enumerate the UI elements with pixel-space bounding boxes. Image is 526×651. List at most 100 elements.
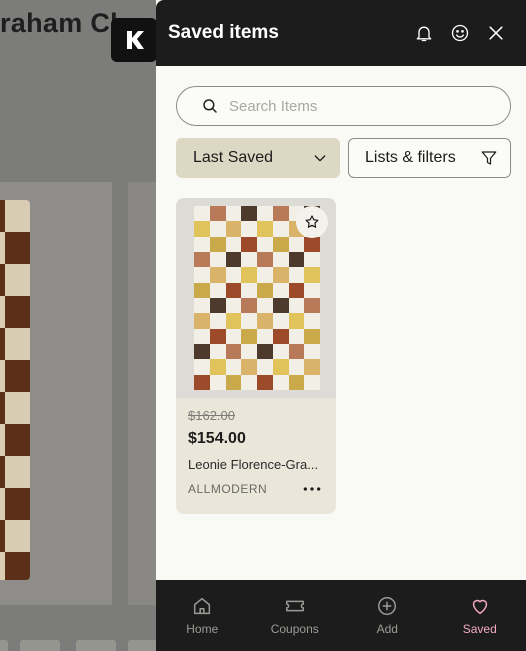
rug-square <box>225 343 242 360</box>
favorite-button[interactable] <box>296 206 328 238</box>
close-button[interactable] <box>478 15 514 51</box>
sort-dropdown[interactable]: Last Saved <box>176 138 340 178</box>
rug-square <box>209 206 226 222</box>
rug-square <box>304 343 320 360</box>
rug-square <box>194 359 210 375</box>
product-info: $162.00 $154.00 Leonie Florence-Gra... A… <box>176 398 336 507</box>
rug-square <box>257 359 273 375</box>
nav-saved[interactable]: Saved <box>434 580 526 651</box>
rug-square <box>304 297 320 314</box>
background-rug-square <box>5 520 30 552</box>
rug-square <box>194 343 210 360</box>
extension-logo[interactable] <box>111 18 157 62</box>
rug-square <box>257 328 273 344</box>
rug-square <box>304 328 320 344</box>
rug-square <box>257 313 273 329</box>
rug-square <box>241 343 257 360</box>
background-rug-square <box>5 296 30 328</box>
rug-square <box>257 267 273 283</box>
close-icon <box>489 26 503 40</box>
rug-square <box>304 359 320 375</box>
rug-square <box>272 236 289 252</box>
rug-square <box>304 374 320 390</box>
nav-coupons-label: Coupons <box>270 622 319 636</box>
background-rug-square <box>5 232 30 264</box>
star-icon <box>305 215 319 228</box>
rug-square <box>209 236 226 252</box>
rug-square <box>272 374 289 390</box>
rug-square <box>209 297 226 314</box>
rug-square <box>194 282 210 298</box>
chevron-down-icon <box>314 155 326 162</box>
sort-label: Last Saved <box>193 149 274 166</box>
rug-square <box>194 313 210 329</box>
panel-title: Saved items <box>168 22 279 43</box>
background-product-title: raham Cl <box>0 8 118 38</box>
rug-square <box>209 267 226 283</box>
search-input[interactable] <box>229 97 489 115</box>
more-horizontal-icon <box>303 487 321 491</box>
rug-square <box>225 328 242 344</box>
rug-square <box>209 221 226 237</box>
rug-square <box>257 236 273 252</box>
rug-square <box>209 328 226 344</box>
current-price: $154.00 <box>188 430 246 447</box>
rug-square <box>288 359 305 375</box>
rug-square <box>272 343 289 360</box>
rug-square <box>257 282 273 298</box>
rug-square <box>209 313 226 329</box>
rug-square <box>304 282 320 298</box>
rug-square <box>225 359 242 375</box>
rug-square <box>304 313 320 329</box>
rug-square <box>225 374 242 390</box>
rug-square <box>288 374 305 390</box>
rug-square <box>288 343 305 360</box>
original-price: $162.00 <box>188 408 235 423</box>
rug-square <box>241 313 257 329</box>
notifications-button[interactable] <box>406 15 442 51</box>
rug-square <box>209 343 226 360</box>
background-thumbnails <box>0 637 168 651</box>
rug-square <box>304 267 320 283</box>
nav-add-label: Add <box>376 622 398 636</box>
rug-square <box>288 267 305 283</box>
more-options-button[interactable] <box>300 481 324 497</box>
nav-home[interactable]: Home <box>156 580 249 651</box>
background-rug-square <box>5 264 30 296</box>
product-image[interactable] <box>176 198 336 398</box>
rug-square <box>241 297 257 314</box>
account-button[interactable] <box>442 15 478 51</box>
nav-home-label: Home <box>186 622 219 636</box>
rug-square <box>288 297 305 314</box>
nav-saved-label: Saved <box>462 622 497 636</box>
rug-square <box>241 206 257 222</box>
rug-square <box>209 251 226 268</box>
rug-square <box>257 374 273 390</box>
nav-coupons[interactable]: Coupons <box>249 580 342 651</box>
rug-square <box>288 236 305 252</box>
saved-item-card[interactable]: $162.00 $154.00 Leonie Florence-Gra... A… <box>176 198 336 514</box>
rug-square <box>272 282 289 298</box>
bottom-navigation: Home Coupons Add Saved <box>156 580 526 651</box>
search-box[interactable] <box>176 86 511 126</box>
nav-add[interactable]: Add <box>341 580 434 651</box>
lists-filters-button[interactable]: Lists & filters <box>348 138 511 178</box>
rug-square <box>194 267 210 283</box>
rug-square <box>194 328 210 344</box>
product-name[interactable]: Leonie Florence-Gra... <box>188 457 324 472</box>
background-rug-square <box>5 200 30 232</box>
background-rug-square <box>5 392 30 424</box>
background-product-image <box>0 182 112 605</box>
rug-square <box>288 251 305 268</box>
bell-icon <box>416 26 432 42</box>
rug-square <box>225 236 242 252</box>
rug-square <box>304 251 320 268</box>
rug-square <box>288 282 305 298</box>
rug-square <box>209 282 226 298</box>
rug-square <box>225 267 242 283</box>
store-name: ALLMODERN <box>188 482 268 496</box>
rug-square <box>257 343 273 360</box>
saved-items-panel: Saved items Search Items Last Saved List… <box>156 0 526 651</box>
panel-header: Saved items <box>156 0 526 66</box>
rug-square <box>209 374 226 390</box>
